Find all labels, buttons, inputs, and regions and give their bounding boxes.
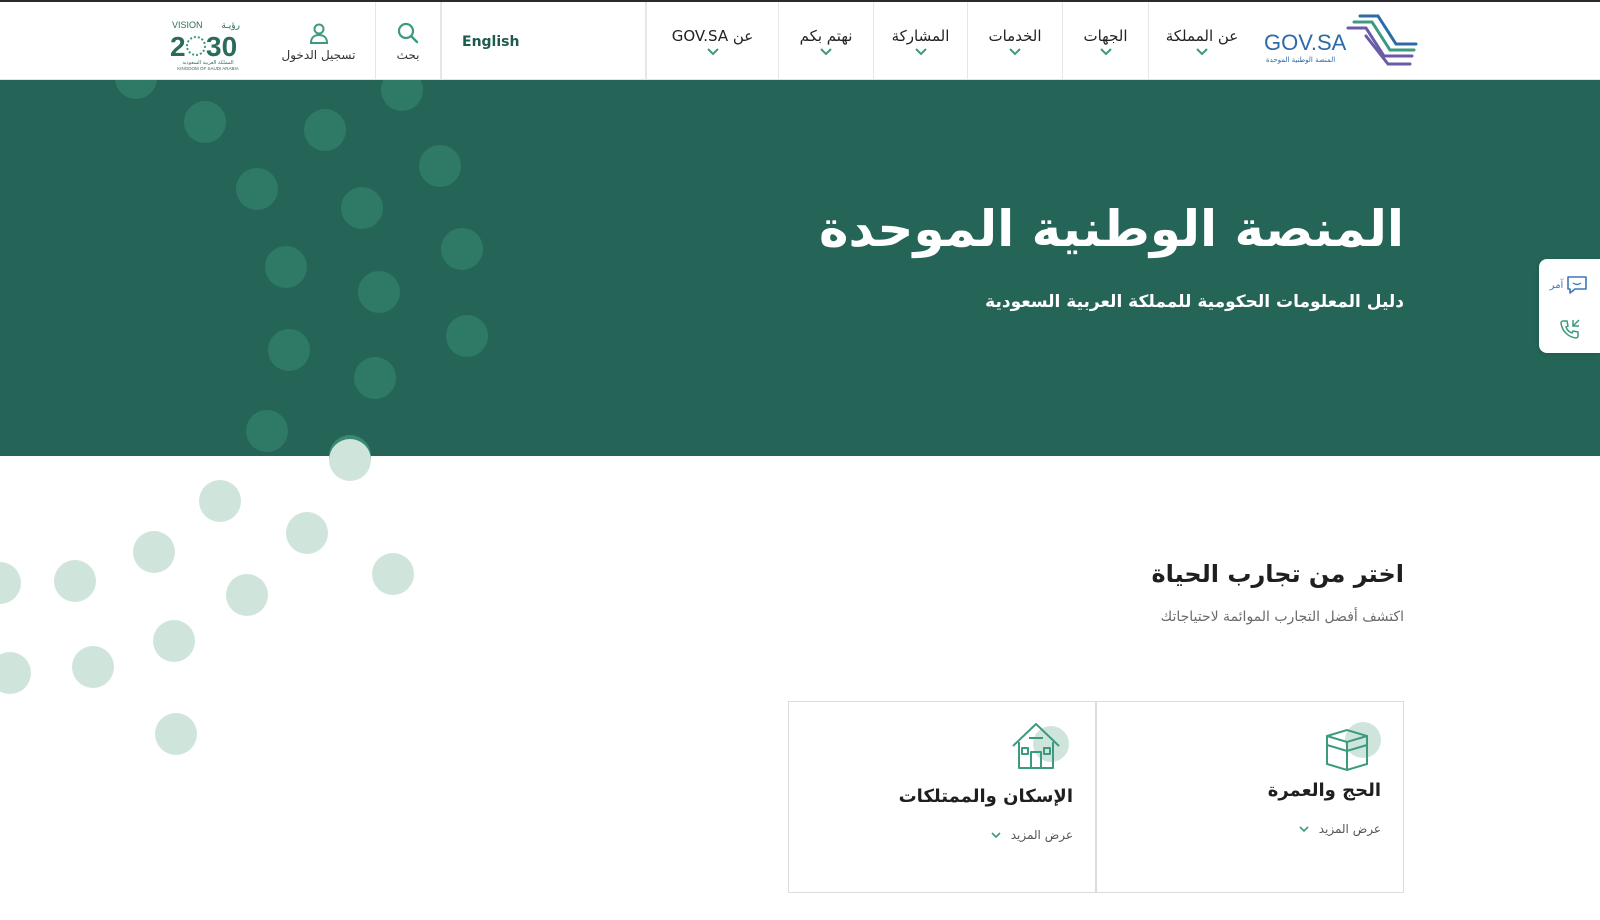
vision-year-left: 2 bbox=[170, 31, 186, 62]
nav-participation[interactable]: المشاركة bbox=[873, 2, 967, 81]
card-hajj-umrah-show-more[interactable]: عرض المزيد bbox=[1299, 822, 1381, 836]
chevron-down-icon bbox=[1299, 826, 1309, 833]
show-more-label: عرض المزيد bbox=[1010, 828, 1073, 842]
vision-logo-arabic: رؤيـة bbox=[221, 21, 240, 31]
search-button[interactable]: بحث bbox=[376, 2, 441, 81]
phone-call-icon bbox=[1559, 319, 1580, 339]
vision-logo-top: VISION bbox=[172, 20, 203, 30]
nav-services-label: الخدمات bbox=[988, 26, 1042, 45]
card-hajj-umrah-title: الحج والعمرة bbox=[1267, 780, 1381, 801]
card-housing-properties[interactable]: الإسكان والممتلكات عرض المزيد bbox=[788, 701, 1096, 893]
govsa-logo-mark: GOV.SA المنصة الوطنية الموحدة bbox=[1264, 14, 1418, 66]
chevron-down-icon bbox=[914, 47, 927, 55]
search-label: بحث bbox=[396, 47, 420, 62]
side-contact-widget: آمر bbox=[1539, 259, 1600, 353]
chevron-down-icon bbox=[1196, 47, 1208, 55]
nav-entities[interactable]: الجهات bbox=[1062, 2, 1148, 81]
nav-about-kingdom[interactable]: عن المملكة bbox=[1148, 2, 1255, 81]
language-switch-link[interactable]: English bbox=[441, 2, 646, 81]
site-header: GOV.SA المنصة الوطنية الموحدة عن المملكة… bbox=[0, 0, 1600, 81]
nav-participation-label: المشاركة bbox=[891, 26, 950, 45]
hero-title: المنصة الوطنية الموحدة bbox=[819, 200, 1404, 258]
search-icon bbox=[397, 22, 419, 43]
dots-light bbox=[0, 439, 414, 755]
chevron-down-icon bbox=[820, 47, 832, 55]
nav-about-kingdom-label: عن المملكة bbox=[1165, 26, 1239, 45]
login-label: تسجيل الدخول bbox=[281, 47, 356, 62]
chevron-down-icon bbox=[1099, 47, 1112, 55]
card-housing-properties-title: الإسكان والممتلكات bbox=[898, 786, 1073, 807]
life-experiences-subtitle: اكتشف أفضل التجارب الموائمة لاحتياجاتك bbox=[1160, 609, 1404, 625]
card-hajj-umrah[interactable]: الحج والعمرة عرض المزيد bbox=[1096, 701, 1404, 893]
vision-2030-logo: VISION رؤيـة 2 30 المملكة العربية السعود… bbox=[168, 12, 248, 72]
vision-line-2: KINGDOM OF SAUDI ARABIA bbox=[177, 66, 239, 71]
nav-we-care-label: نهتم بكم bbox=[799, 26, 853, 45]
govsa-logo-subtitle: المنصة الوطنية الموحدة bbox=[1266, 56, 1335, 64]
user-icon bbox=[309, 23, 328, 44]
call-button[interactable] bbox=[1539, 307, 1600, 351]
kaaba-icon bbox=[1326, 722, 1381, 772]
card-housing-properties-show-more[interactable]: عرض المزيد bbox=[991, 828, 1073, 842]
chat-label: آمر bbox=[1549, 279, 1564, 291]
nav-services[interactable]: الخدمات bbox=[967, 2, 1062, 81]
nav-about-govsa-label: عن GOV.SA bbox=[671, 26, 754, 45]
nav-about-govsa[interactable]: عن GOV.SA bbox=[646, 2, 778, 81]
govsa-logo[interactable]: GOV.SA المنصة الوطنية الموحدة bbox=[1262, 14, 1422, 70]
chat-icon bbox=[1567, 276, 1588, 294]
chevron-down-icon bbox=[1009, 47, 1021, 55]
login-button[interactable]: تسجيل الدخول bbox=[262, 2, 376, 81]
show-more-label: عرض المزيد bbox=[1318, 822, 1381, 836]
chevron-down-icon bbox=[706, 47, 719, 55]
hero-banner: المنصة الوطنية الموحدة دليل المعلومات ال… bbox=[0, 80, 1600, 456]
chevron-down-icon bbox=[991, 832, 1001, 839]
hero-subtitle: دليل المعلومات الحكومية للمملكة العربية … bbox=[985, 292, 1404, 312]
nav-entities-label: الجهات bbox=[1083, 26, 1128, 45]
nav-we-care[interactable]: نهتم بكم bbox=[778, 2, 873, 81]
govsa-logo-title: GOV.SA bbox=[1264, 30, 1347, 55]
vision-2030-mark: VISION رؤيـة 2 30 المملكة العربية السعود… bbox=[170, 20, 240, 71]
chat-button[interactable]: آمر bbox=[1539, 263, 1600, 307]
house-icon bbox=[1012, 723, 1069, 769]
life-experiences-title: اختر من تجارب الحياة bbox=[1151, 560, 1404, 588]
vision-year-right: 30 bbox=[206, 31, 237, 62]
